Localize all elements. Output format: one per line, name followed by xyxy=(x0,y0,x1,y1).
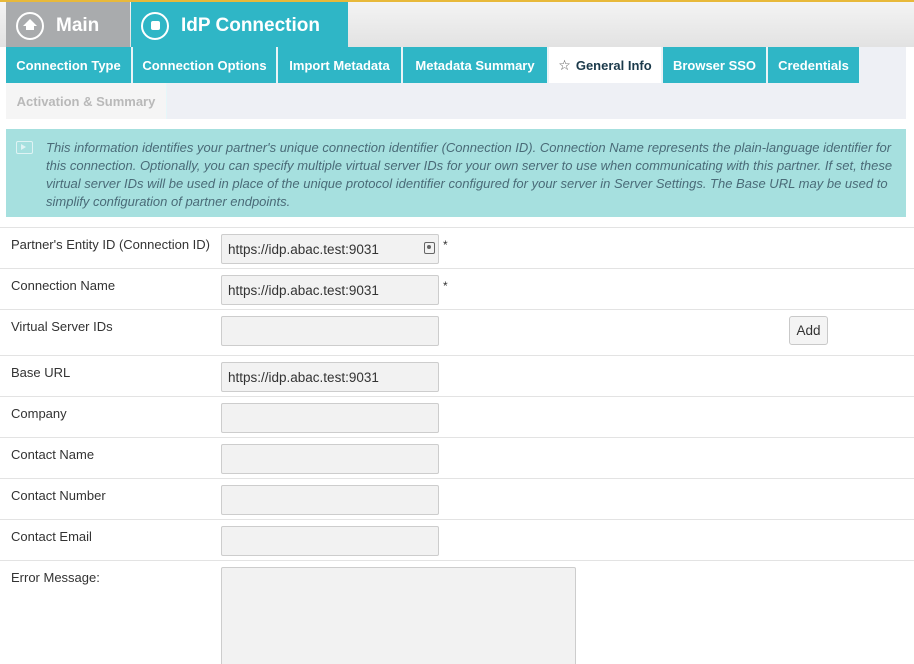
idp-connection-label: IdP Connection xyxy=(181,14,320,36)
contact-number-label: Contact Number xyxy=(11,488,106,503)
info-panel: This information identifies your partner… xyxy=(6,129,906,217)
info-text: This information identifies your partner… xyxy=(46,140,893,209)
row-virtual-server-ids: Virtual Server IDs Add xyxy=(0,309,914,355)
tab-label: Metadata Summary xyxy=(415,57,535,73)
contact-card-icon[interactable] xyxy=(424,242,435,254)
connection-name-label: Connection Name xyxy=(11,278,116,293)
add-virtual-server-id-button[interactable]: Add xyxy=(789,316,828,345)
contact-name-input[interactable] xyxy=(221,444,439,474)
info-arrow-icon xyxy=(16,141,33,154)
row-company: Company xyxy=(0,396,914,438)
row-connection-name: Connection Name * xyxy=(0,268,914,310)
star-icon: ☆ xyxy=(558,56,571,73)
tab-general-info[interactable]: ☆ General Info xyxy=(549,47,662,83)
company-label: Company xyxy=(11,406,67,421)
virtual-server-ids-input[interactable] xyxy=(221,316,439,346)
contact-email-input[interactable] xyxy=(221,526,439,556)
tab-activation-summary: Activation & Summary xyxy=(6,83,167,119)
base-url-label: Base URL xyxy=(11,365,71,380)
idp-connection-tab[interactable]: IdP Connection xyxy=(131,2,348,49)
entity-id-input[interactable] xyxy=(221,234,439,264)
tab-browser-sso[interactable]: Browser SSO xyxy=(663,47,767,83)
tab-import-metadata[interactable]: Import Metadata xyxy=(278,47,402,83)
tab-connection-type[interactable]: Connection Type xyxy=(6,47,132,83)
row-error-message: Error Message: xyxy=(0,560,914,664)
tab-label: Activation & Summary xyxy=(16,93,156,109)
tab-connection-options[interactable]: Connection Options xyxy=(133,47,277,83)
tab-label: General Info xyxy=(575,57,652,73)
row-contact-email: Contact Email xyxy=(0,519,914,561)
tab-label: Import Metadata xyxy=(289,57,390,73)
contact-name-label: Contact Name xyxy=(11,447,95,462)
contact-number-input[interactable] xyxy=(221,485,439,515)
error-message-label: Error Message: xyxy=(11,570,100,585)
connection-icon xyxy=(141,11,169,40)
tab-credentials[interactable]: Credentials xyxy=(768,47,860,83)
top-header: Main IdP Connection xyxy=(0,0,914,49)
row-base-url: Base URL xyxy=(0,355,914,397)
row-entity-id: Partner's Entity ID (Connection ID) * xyxy=(0,227,914,269)
wizard-tabs: Connection Type Connection Options Impor… xyxy=(6,47,906,119)
home-icon xyxy=(16,11,44,40)
contact-email-label: Contact Email xyxy=(11,529,92,544)
tab-label: Browser SSO xyxy=(672,57,757,73)
tab-label: Connection Type xyxy=(16,57,121,73)
tab-metadata-summary[interactable]: Metadata Summary xyxy=(403,47,548,83)
connection-name-input[interactable] xyxy=(221,275,439,305)
tab-label: Connection Options xyxy=(142,57,267,73)
error-message-textarea[interactable] xyxy=(221,567,576,664)
main-tab-label: Main xyxy=(56,14,100,36)
main-tab[interactable]: Main xyxy=(6,2,130,49)
tab-label: Credentials xyxy=(778,57,849,73)
company-input[interactable] xyxy=(221,403,439,433)
required-marker: * xyxy=(443,238,448,252)
virtual-server-ids-label: Virtual Server IDs xyxy=(11,319,113,334)
required-marker: * xyxy=(443,279,448,293)
entity-id-label: Partner's Entity ID (Connection ID) xyxy=(11,237,210,252)
row-contact-name: Contact Name xyxy=(0,437,914,479)
base-url-input[interactable] xyxy=(221,362,439,392)
row-contact-number: Contact Number xyxy=(0,478,914,520)
